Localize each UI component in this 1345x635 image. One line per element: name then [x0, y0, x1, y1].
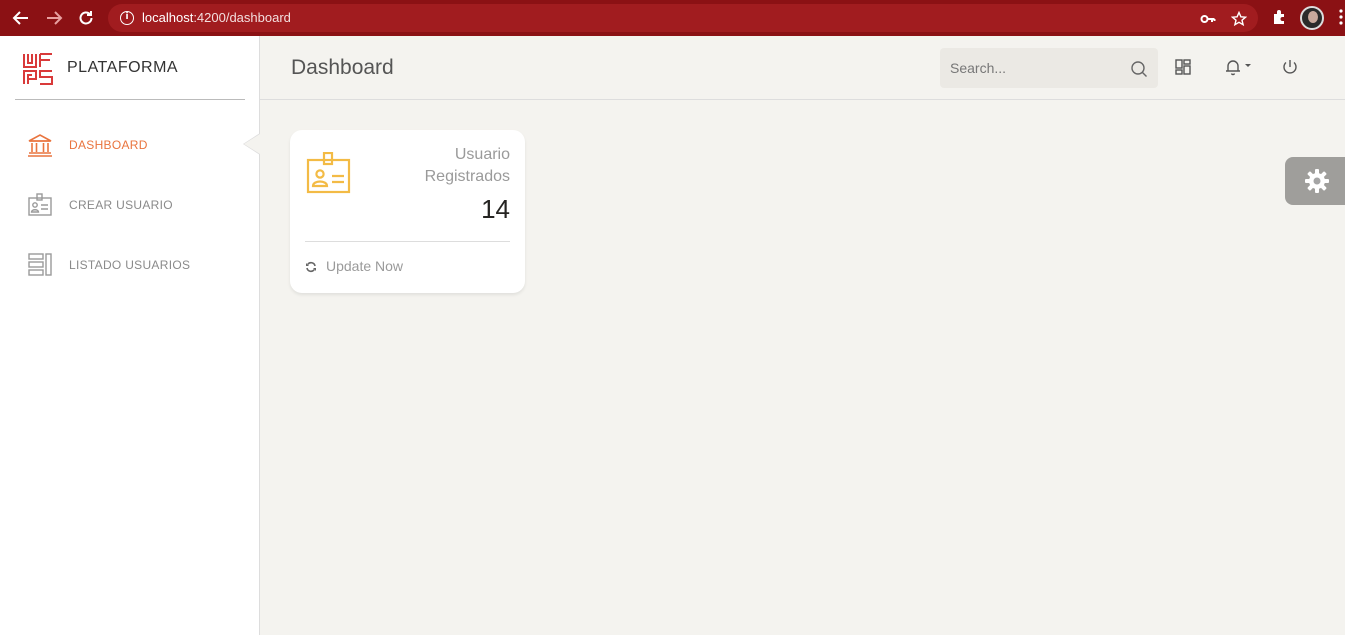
star-icon[interactable]	[1230, 10, 1248, 27]
page-title: Dashboard	[291, 56, 394, 79]
search-input[interactable]	[950, 58, 1125, 78]
browser-toolbar: i localhost:4200/dashboard	[0, 0, 1345, 36]
card-category-line2: Registrados	[424, 168, 510, 185]
reload-icon[interactable]	[76, 8, 96, 28]
forward-icon[interactable]	[44, 8, 64, 28]
badge-icon	[306, 151, 352, 196]
refresh-icon	[305, 260, 317, 273]
sidebar-item-label: CREAR USUARIO	[69, 198, 173, 212]
site-info-icon[interactable]: i	[120, 11, 134, 25]
stat-card: Usuario Registrados 14 Update Now	[290, 130, 525, 293]
card-category-line1: Usuario	[454, 146, 510, 163]
sidebar-item-label: LISTADO USUARIOS	[69, 258, 191, 272]
top-navbar: Dashboard	[260, 36, 1345, 100]
card-divider	[305, 241, 510, 242]
key-icon[interactable]	[1200, 11, 1216, 27]
badge-icon	[27, 193, 53, 217]
brand[interactable]: PLATAFORMA	[15, 36, 245, 100]
profile-avatar[interactable]	[1300, 6, 1324, 30]
menu-icon[interactable]	[1338, 8, 1344, 30]
power-icon[interactable]	[1281, 58, 1301, 78]
sidebar-item-dashboard[interactable]: DASHBOARD	[0, 125, 259, 165]
sidebar: PLATAFORMA DASHBOARD CREAR USUARIO LISTA…	[0, 36, 260, 635]
brand-name: PLATAFORMA	[67, 59, 179, 76]
search-box	[940, 48, 1158, 88]
card-category: Usuario Registrados	[360, 144, 510, 188]
update-now-label: Update Now	[326, 258, 404, 274]
active-indicator	[244, 134, 260, 154]
list-icon	[27, 253, 53, 277]
url-text[interactable]: localhost:4200/dashboard	[142, 10, 291, 25]
gear-icon	[1303, 167, 1331, 195]
sidebar-item-listado-usuarios[interactable]: LISTADO USUARIOS	[0, 245, 259, 285]
update-now-link[interactable]: Update Now	[305, 258, 403, 274]
extensions-icon[interactable]	[1271, 8, 1289, 30]
sidebar-item-crear-usuario[interactable]: CREAR USUARIO	[0, 185, 259, 225]
sidebar-item-label: DASHBOARD	[69, 138, 148, 152]
search-icon[interactable]	[1130, 60, 1148, 78]
settings-toggle[interactable]	[1285, 157, 1345, 205]
notifications-dropdown[interactable]	[1223, 58, 1259, 78]
address-bar[interactable]: i localhost:4200/dashboard	[108, 4, 1258, 32]
layout-icon[interactable]	[1174, 58, 1194, 78]
back-icon[interactable]	[11, 8, 31, 28]
card-value: 14	[481, 194, 510, 224]
bank-icon	[27, 133, 53, 157]
ufps-logo-icon	[22, 52, 54, 86]
